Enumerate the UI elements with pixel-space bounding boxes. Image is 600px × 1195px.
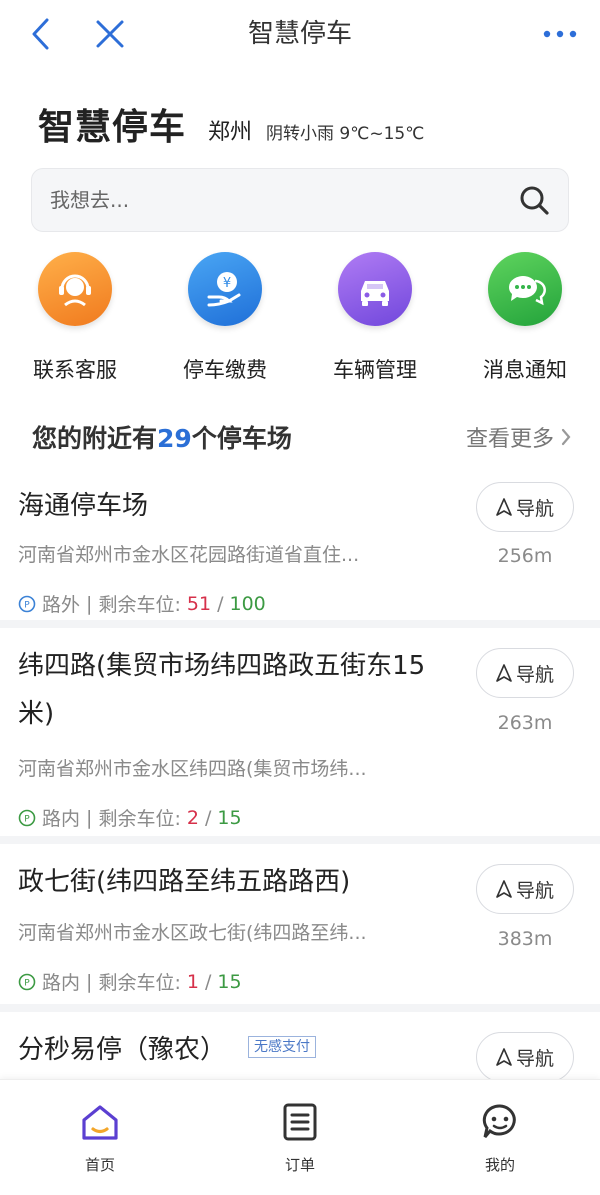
- lot-name: 海通停车场: [18, 491, 149, 521]
- profile-icon: [480, 1100, 520, 1144]
- more-button[interactable]: [540, 14, 580, 54]
- action-customer-service[interactable]: 联系客服: [0, 252, 150, 387]
- search-icon: [520, 186, 549, 215]
- navigate-label: 导航: [515, 1047, 554, 1070]
- search-bar[interactable]: [31, 168, 569, 232]
- chevron-right-icon: [560, 427, 572, 447]
- navigation-arrow-icon: [496, 664, 512, 682]
- search-input[interactable]: [50, 188, 516, 212]
- svg-text:P: P: [24, 978, 30, 988]
- more-dots-icon: [543, 30, 577, 38]
- navigate-label: 导航: [515, 497, 554, 520]
- bottom-tab-bar: 首页 订单 我的: [0, 1079, 600, 1195]
- nearby-count: 29: [157, 424, 192, 453]
- lot-name-row: 分秒易停（豫农） 无感支付: [18, 1026, 478, 1074]
- list-item[interactable]: 纬四路(集贸市场纬四路政五街东15米) 河南省郑州市金水区纬四路(集贸市场纬..…: [0, 628, 600, 844]
- lot-type: 路内: [42, 972, 81, 994]
- tab-home[interactable]: 首页: [40, 1100, 160, 1180]
- total-spots: 15: [217, 806, 242, 829]
- lot-name: 政七街(纬四路至纬五路路西): [18, 867, 351, 897]
- nearby-heading: 您的附近有29个停车场: [32, 424, 292, 453]
- view-more-link[interactable]: 查看更多: [466, 421, 572, 453]
- list-item[interactable]: 政七街(纬四路至纬五路路西) 河南省郑州市金水区政七街(纬四路至纬... P 路…: [0, 844, 600, 1012]
- car-icon: [338, 252, 412, 326]
- lot-type: 路外: [42, 594, 81, 616]
- action-message-notification[interactable]: 消息通知: [450, 252, 600, 387]
- available-spots: 51: [186, 592, 212, 615]
- list-item[interactable]: 海通停车场 河南省郑州市金水区花园路街道省直住... P 路外 | 剩余车位: …: [0, 470, 600, 628]
- navigate-label: 导航: [515, 663, 554, 686]
- navigate-button[interactable]: 导航: [476, 864, 574, 914]
- svg-text:P: P: [24, 814, 30, 824]
- tab-orders[interactable]: 订单: [240, 1100, 360, 1180]
- chevron-left-icon: [32, 18, 49, 50]
- navigation-arrow-icon: [496, 880, 512, 898]
- svg-text:P: P: [24, 600, 30, 610]
- svg-text:¥: ¥: [223, 276, 231, 291]
- available-spots: 1: [186, 970, 199, 993]
- total-spots: 15: [217, 970, 242, 993]
- navigate-label: 导航: [515, 879, 554, 902]
- action-label: 消息通知: [483, 358, 567, 382]
- navigate-button[interactable]: 导航: [476, 648, 574, 698]
- search-button[interactable]: [516, 182, 552, 218]
- lot-address: 河南省郑州市金水区纬四路(集贸市场纬...: [18, 758, 367, 780]
- remaining-label: 剩余车位:: [98, 808, 181, 830]
- lot-distance: 263m: [497, 712, 553, 734]
- city-label[interactable]: 郑州: [208, 114, 252, 146]
- close-icon: [96, 20, 124, 48]
- lot-distance: 383m: [497, 928, 553, 950]
- navigate-button[interactable]: 导航: [476, 482, 574, 532]
- home-icon: [80, 1100, 120, 1144]
- payment-icon: ¥: [188, 252, 262, 326]
- navigation-arrow-icon: [496, 1048, 512, 1066]
- lot-availability: P 路内 | 剩余车位: 1/15: [18, 968, 242, 995]
- quick-actions: 联系客服 ¥ 停车缴费 车辆管理 消息通知: [0, 252, 600, 392]
- parking-list: 海通停车场 河南省郑州市金水区花园路街道省直住... P 路外 | 剩余车位: …: [0, 470, 600, 1092]
- action-label: 停车缴费: [183, 358, 267, 382]
- parking-location-icon: P: [18, 973, 36, 991]
- lot-name: 纬四路(集贸市场纬四路政五街东15米): [18, 651, 426, 729]
- remaining-label: 剩余车位:: [98, 972, 181, 994]
- back-button[interactable]: [22, 14, 58, 54]
- order-icon: [280, 1100, 320, 1144]
- tab-label: 订单: [284, 1156, 315, 1174]
- action-label: 车辆管理: [333, 358, 417, 382]
- lot-distance: 256m: [497, 545, 553, 567]
- contactless-pay-badge: 无感支付: [248, 1035, 317, 1058]
- view-more-label: 查看更多: [465, 427, 554, 452]
- weather-label: 阴转小雨 9℃~15℃: [266, 124, 425, 144]
- lot-availability: P 路外 | 剩余车位: 51/100: [18, 590, 266, 617]
- navigate-button[interactable]: 导航: [476, 1032, 574, 1082]
- tab-label: 首页: [84, 1156, 115, 1174]
- navigation-arrow-icon: [496, 498, 512, 516]
- nearby-section-header: 您的附近有29个停车场 查看更多: [0, 415, 600, 465]
- tab-label: 我的: [484, 1156, 515, 1174]
- tab-profile[interactable]: 我的: [440, 1100, 560, 1180]
- top-nav-bar: 智慧停车: [0, 0, 600, 70]
- lot-name: 分秒易停（豫农）: [18, 1035, 227, 1065]
- close-button[interactable]: [90, 14, 130, 54]
- app-header: 智慧停车 郑州 阴转小雨 9℃~15℃: [38, 98, 424, 150]
- action-parking-payment[interactable]: ¥ 停车缴费: [150, 252, 300, 387]
- lot-availability: P 路内 | 剩余车位: 2/15: [18, 804, 242, 831]
- parking-location-icon: P: [18, 595, 36, 613]
- parking-location-icon: P: [18, 809, 36, 827]
- customer-service-icon: [38, 252, 112, 326]
- app-title: 智慧停车: [38, 107, 187, 148]
- lot-address: 河南省郑州市金水区花园路街道省直住...: [18, 544, 360, 566]
- action-vehicle-management[interactable]: 车辆管理: [300, 252, 450, 387]
- lot-address: 河南省郑州市金水区政七街(纬四路至纬...: [18, 922, 367, 944]
- remaining-label: 剩余车位:: [98, 594, 181, 616]
- lot-type: 路内: [42, 808, 81, 830]
- message-icon: [488, 252, 562, 326]
- total-spots: 100: [229, 592, 266, 615]
- available-spots: 2: [186, 806, 199, 829]
- action-label: 联系客服: [33, 358, 117, 382]
